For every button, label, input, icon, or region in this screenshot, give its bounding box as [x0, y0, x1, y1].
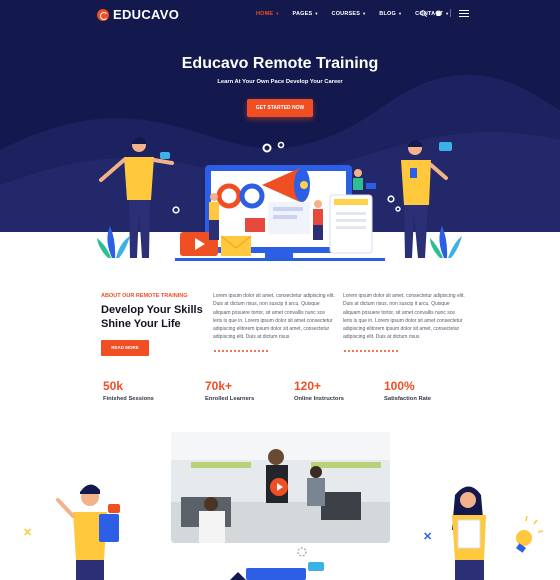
laptop-icon: [246, 568, 306, 580]
close-icon: ✕: [423, 531, 432, 543]
lightbulb-icon: [516, 515, 544, 553]
heart-bubble-icon: [108, 504, 120, 513]
chat-bubble-icon: [308, 562, 324, 571]
bottom-illustration: ✕ ✕: [23, 484, 544, 580]
person-bottom-right-illustration: [452, 486, 486, 580]
close-icon: ✕: [23, 527, 32, 539]
loading-spinner-icon: [297, 547, 307, 557]
person-bottom-left-illustration: [56, 484, 119, 580]
cap-icon: [230, 572, 246, 580]
